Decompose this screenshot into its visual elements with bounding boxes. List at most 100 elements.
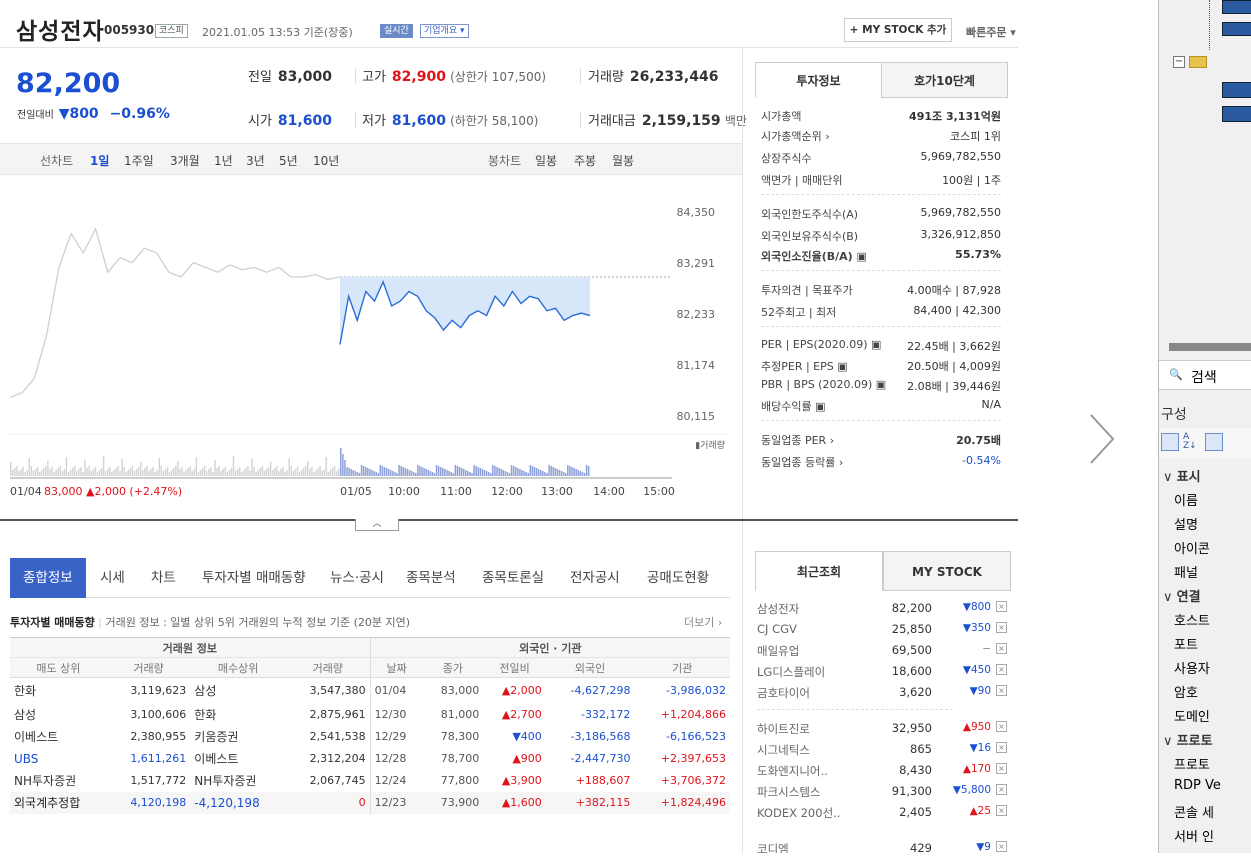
property-row[interactable]: 서버 인 bbox=[1174, 826, 1214, 845]
recent-item-name[interactable]: 코디엠 bbox=[757, 841, 789, 853]
table-cell[interactable]: 한화 bbox=[190, 704, 286, 726]
tf-1d[interactable]: 1일 bbox=[90, 152, 109, 169]
tab-investor-trend[interactable]: 투자자별 매매동향 bbox=[202, 558, 306, 598]
table-cell[interactable]: 이베스트 bbox=[190, 748, 286, 770]
splitter-handle[interactable] bbox=[1169, 343, 1251, 351]
remove-icon[interactable]: × bbox=[996, 685, 1007, 696]
recent-item-name[interactable]: 삼성전자 bbox=[757, 601, 799, 617]
tf-3m[interactable]: 3개월 bbox=[170, 152, 200, 169]
sort-az-icon[interactable]: A Z↓ bbox=[1183, 433, 1201, 451]
table-cell[interactable]: 외국계추정합 bbox=[10, 792, 107, 814]
recent-item-name[interactable]: 도화엔지니어.. bbox=[757, 763, 828, 779]
property-category[interactable]: ∨ 프로토 bbox=[1163, 730, 1213, 749]
search-box[interactable]: 🔍 검색 bbox=[1159, 360, 1251, 390]
tf-1y[interactable]: 1년 bbox=[214, 152, 233, 169]
recent-item-name[interactable]: 시그네틱스 bbox=[757, 742, 810, 758]
add-mystock-button[interactable]: + MY STOCK 추가 bbox=[844, 18, 952, 42]
table-cell[interactable]: 이베스트 bbox=[10, 726, 107, 748]
categorized-icon[interactable] bbox=[1161, 433, 1179, 451]
remove-icon[interactable]: × bbox=[996, 784, 1007, 795]
remove-icon[interactable]: × bbox=[996, 805, 1007, 816]
recent-item[interactable]: 매일유업 69,500 − × bbox=[757, 641, 1007, 661]
chevron-down-icon[interactable]: ∨ bbox=[1163, 470, 1177, 485]
info-key[interactable]: 동일업종 등락률 › bbox=[761, 454, 843, 470]
recent-item[interactable]: LG디스플레이 18,600 ▼450 × bbox=[757, 662, 1007, 682]
recent-item-name[interactable]: CJ CGV bbox=[757, 622, 797, 636]
price-chart[interactable]: 84,350 83,291 82,233 81,174 80,115 ▮거래량 01/05 1… bbox=[0, 176, 742, 520]
tf-1w[interactable]: 1주일 bbox=[124, 152, 154, 169]
realtime-tag[interactable]: 실시간 bbox=[380, 24, 413, 38]
property-category[interactable]: ∨ 표시 bbox=[1163, 466, 1201, 485]
candle-weekly[interactable]: 주봉 bbox=[574, 152, 596, 169]
info-key[interactable]: 동일업종 PER › bbox=[761, 432, 834, 448]
recent-item[interactable]: 삼성전자 82,200 ▼800 × bbox=[757, 599, 1007, 619]
recent-item[interactable]: 금호타이어 3,620 ▼90 × bbox=[757, 683, 1007, 703]
property-row[interactable]: 이름 bbox=[1174, 490, 1198, 509]
table-cell[interactable]: NH투자증권 bbox=[190, 770, 286, 792]
table-cell[interactable]: 한화 bbox=[10, 678, 107, 704]
candle-daily[interactable]: 일봉 bbox=[535, 152, 557, 169]
tab-price[interactable]: 시세 bbox=[100, 558, 125, 598]
property-row[interactable]: 아이콘 bbox=[1174, 538, 1210, 557]
table-cell[interactable]: 삼성 bbox=[10, 704, 107, 726]
recent-item[interactable]: KODEX 200선.. 2,405 ▲25 × bbox=[757, 803, 1007, 823]
tf-3y[interactable]: 3년 bbox=[246, 152, 265, 169]
tab-short-selling[interactable]: 공매도현황 bbox=[647, 558, 709, 598]
remove-icon[interactable]: × bbox=[996, 742, 1007, 753]
property-row[interactable]: 설명 bbox=[1174, 514, 1198, 533]
chevron-down-icon[interactable]: ∨ bbox=[1163, 590, 1177, 605]
tab-disclosure[interactable]: 전자공시 bbox=[570, 558, 620, 598]
recent-item-name[interactable]: 하이트진로 bbox=[757, 721, 810, 737]
recent-item[interactable]: 코디엠 429 ▼9 × bbox=[757, 839, 1007, 853]
chevron-down-icon[interactable]: ∨ bbox=[1163, 734, 1177, 749]
tab-overview[interactable]: 종합정보 bbox=[10, 558, 86, 598]
tab-recent[interactable]: 최근조회 bbox=[755, 551, 883, 591]
property-row[interactable]: 도메인 bbox=[1174, 706, 1210, 725]
collapse-toggle[interactable]: ︿ bbox=[355, 519, 399, 531]
property-row[interactable]: RDP Ve bbox=[1174, 778, 1221, 793]
remove-icon[interactable]: × bbox=[996, 841, 1007, 852]
property-row[interactable]: 사용자 bbox=[1174, 658, 1210, 677]
property-row[interactable]: 콘솔 세 bbox=[1174, 802, 1214, 821]
next-arrow-icon[interactable] bbox=[1018, 0, 1158, 853]
tree-node-icon[interactable] bbox=[1222, 106, 1251, 122]
tf-10y[interactable]: 10년 bbox=[313, 152, 339, 169]
tab-orderbook[interactable]: 호가10단계 bbox=[881, 62, 1008, 98]
property-category[interactable]: ∨ 연결 bbox=[1163, 586, 1201, 605]
recent-item-name[interactable]: LG디스플레이 bbox=[757, 664, 825, 680]
quick-order-button[interactable]: 빠른주문 ▾ bbox=[966, 24, 1016, 40]
tree-node-icon[interactable] bbox=[1222, 22, 1251, 36]
table-cell[interactable]: 키움증권 bbox=[190, 726, 286, 748]
info-key[interactable]: 시가총액순위 › bbox=[761, 128, 830, 144]
remove-icon[interactable]: × bbox=[996, 622, 1007, 633]
recent-item[interactable]: 파크시스템스 91,300 ▼5,800 × bbox=[757, 782, 1007, 802]
tree-node-icon[interactable] bbox=[1222, 0, 1251, 14]
remove-icon[interactable]: × bbox=[996, 721, 1007, 732]
tab-analysis[interactable]: 종목분석 bbox=[406, 558, 456, 598]
tab-mystock[interactable]: MY STOCK bbox=[883, 551, 1011, 591]
property-row[interactable]: 프로토 bbox=[1174, 754, 1210, 773]
property-row[interactable]: 패널 bbox=[1174, 562, 1198, 581]
recent-item[interactable]: 도화엔지니어.. 8,430 ▲170 × bbox=[757, 761, 1007, 781]
table-cell[interactable]: UBS bbox=[10, 748, 107, 770]
remove-icon[interactable]: × bbox=[996, 643, 1007, 654]
property-pages-icon[interactable] bbox=[1205, 433, 1223, 451]
recent-item[interactable]: 하이트진로 32,950 ▲950 × bbox=[757, 719, 1007, 739]
recent-item-name[interactable]: 파크시스템스 bbox=[757, 784, 820, 800]
recent-item-name[interactable]: 금호타이어 bbox=[757, 685, 810, 701]
table-cell[interactable]: 삼성 bbox=[190, 678, 286, 704]
tree-node-icon[interactable] bbox=[1222, 82, 1251, 98]
property-row[interactable]: 암호 bbox=[1174, 682, 1198, 701]
property-row[interactable]: 호스트 bbox=[1174, 610, 1210, 629]
table-cell[interactable]: -4,120,198 bbox=[190, 792, 286, 814]
table-cell[interactable]: NH투자증권 bbox=[10, 770, 107, 792]
recent-item-name[interactable]: 매일유업 bbox=[757, 643, 799, 659]
tab-news[interactable]: 뉴스·공시 bbox=[330, 558, 384, 598]
recent-item[interactable]: 시그네틱스 865 ▼16 × bbox=[757, 740, 1007, 760]
recent-item[interactable]: CJ CGV 25,850 ▼350 × bbox=[757, 620, 1007, 640]
company-overview-button[interactable]: 기업개요 ▾ bbox=[420, 24, 469, 38]
tab-chart[interactable]: 차트 bbox=[151, 558, 176, 598]
candle-monthly[interactable]: 월봉 bbox=[612, 152, 634, 169]
tab-investment-info[interactable]: 투자정보 bbox=[755, 62, 882, 98]
remove-icon[interactable]: × bbox=[996, 763, 1007, 774]
